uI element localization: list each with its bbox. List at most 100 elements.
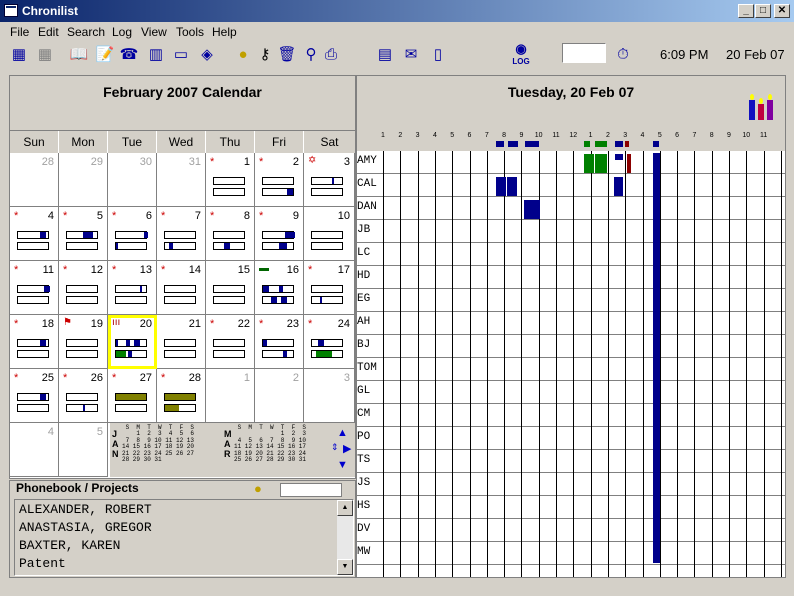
calendar-day-cell[interactable]: 11 *	[10, 261, 59, 315]
menu-log[interactable]: Log	[112, 25, 132, 39]
trash-icon[interactable]: 🗑	[276, 43, 298, 65]
calendar-day-cell[interactable]: 12 *	[59, 261, 108, 315]
tag-icon[interactable]: ◈	[196, 43, 218, 65]
schedule-block[interactable]	[508, 141, 518, 147]
schedule-row[interactable]: HS	[357, 496, 785, 519]
schedule-block[interactable]	[625, 141, 629, 147]
calendar-day-cell[interactable]: 22 *	[206, 315, 255, 369]
calendar-day-cell[interactable]: 7 *	[157, 207, 206, 261]
menu-edit[interactable]: Edit	[38, 25, 59, 39]
schedule-row[interactable]: CM	[357, 404, 785, 427]
key-icon[interactable]: ⚷	[254, 43, 276, 65]
schedule-block[interactable]	[524, 200, 540, 219]
schedule-row[interactable]: DV	[357, 519, 785, 542]
schedule-block[interactable]	[615, 141, 623, 147]
scroll-up-icon[interactable]: ▲	[337, 500, 353, 516]
menu-search[interactable]: Search	[67, 25, 105, 39]
phonebook-scrollbar[interactable]: ▲ ▼	[337, 500, 353, 575]
minimize-button[interactable]: _	[738, 4, 754, 18]
calendar-day-cell[interactable]: 26 *	[59, 369, 108, 423]
schedule-block[interactable]	[584, 154, 594, 173]
menu-tools[interactable]: Tools	[176, 25, 204, 39]
schedule-block[interactable]	[525, 141, 539, 147]
schedule-row[interactable]: AH	[357, 312, 785, 335]
calendar-day-cell[interactable]: 2	[255, 369, 304, 423]
list-item[interactable]: BAXTER, KAREN	[19, 538, 120, 553]
schedule-row[interactable]: BJ	[357, 335, 785, 358]
schedule-row[interactable]: CAL	[357, 174, 785, 197]
calendar-day-cell[interactable]: 24 *	[304, 315, 355, 369]
up-arrow-icon[interactable]: ▲	[337, 427, 348, 439]
schedule-block[interactable]	[595, 154, 607, 173]
schedule-row[interactable]: DAN	[357, 197, 785, 220]
search-icon[interactable]: ⚲	[300, 43, 322, 65]
lightbulb-icon[interactable]: ●	[254, 481, 262, 496]
calendar-day-cell[interactable]: 19 ⚑	[59, 315, 108, 369]
phone-icon[interactable]: ☎	[118, 43, 140, 65]
phonebook-search-input[interactable]	[280, 483, 342, 497]
schedule-block[interactable]	[595, 141, 607, 147]
maximize-button[interactable]: □	[755, 4, 771, 18]
schedule-row[interactable]: TOM	[357, 358, 785, 381]
schedule-block[interactable]	[496, 141, 504, 147]
list-item[interactable]: ALEXANDER, ROBERT	[19, 502, 152, 517]
calendar-day-cell[interactable]: 28 *	[157, 369, 206, 423]
menu-view[interactable]: View	[141, 25, 167, 39]
schedule-block[interactable]	[507, 177, 517, 196]
week-grid-icon[interactable]: ▦	[34, 43, 56, 65]
up-down-arrow-icon[interactable]: ⇕	[331, 442, 339, 453]
calendar-day-cell[interactable]: 1 *	[206, 153, 255, 207]
calendar-day-cell[interactable]: 4	[10, 423, 59, 477]
mini-mar-grid[interactable]: S M T W T F S 1 2 3 4 5 6 7 8 9 10 11 12…	[234, 424, 306, 463]
menu-help[interactable]: Help	[212, 25, 237, 39]
schedule-row[interactable]: GL	[357, 381, 785, 404]
calendar-day-cell[interactable]: 23 *	[255, 315, 304, 369]
calendar-day-cell[interactable]: 14 *	[157, 261, 206, 315]
columns-icon[interactable]: ▥	[145, 43, 167, 65]
month-grid-icon[interactable]: ▦	[8, 43, 30, 65]
calendar-day-cell[interactable]: 13 *	[108, 261, 157, 315]
calendar-day-cell[interactable]: 30	[108, 153, 157, 207]
schedule-block[interactable]	[614, 177, 623, 196]
current-time-line[interactable]	[653, 153, 660, 563]
schedule-block[interactable]	[496, 177, 506, 196]
mini-jan-grid[interactable]: S M T W T F S 1 2 3 4 5 6 7 8 9 10 11 12…	[122, 424, 194, 463]
calendar-day-cell[interactable]: 6 *	[108, 207, 157, 261]
mail-icon[interactable]: ✉	[400, 43, 422, 65]
calendar-day-cell[interactable]: 2 *	[255, 153, 304, 207]
right-arrow-icon[interactable]: ▶	[343, 442, 351, 455]
calendar-day-cell[interactable]: 20 ııı	[108, 315, 157, 369]
schedule-row[interactable]: EG	[357, 289, 785, 312]
scroll-down-icon[interactable]: ▼	[337, 559, 353, 575]
calendar-day-cell[interactable]: 5 *	[59, 207, 108, 261]
calendar-day-cell[interactable]: 1	[206, 369, 255, 423]
calendar-day-cell[interactable]: 28	[10, 153, 59, 207]
calendar-day-cell[interactable]: 16 ▬	[255, 261, 304, 315]
calendar-day-cell[interactable]: 21	[157, 315, 206, 369]
timer-input[interactable]	[562, 43, 606, 63]
calendar-day-cell[interactable]: 17 *	[304, 261, 355, 315]
schedule-row[interactable]: LC	[357, 243, 785, 266]
calendar-day-cell[interactable]: 5	[59, 423, 108, 477]
schedule-block[interactable]	[627, 154, 631, 173]
print-icon[interactable]: ⎙	[320, 43, 342, 65]
book-icon[interactable]: 📖	[68, 43, 90, 65]
calendar-day-cell[interactable]: 3	[304, 369, 355, 423]
calendar-day-cell[interactable]: 27 *	[108, 369, 157, 423]
schedule-row[interactable]: AMY	[357, 151, 785, 174]
list-item[interactable]: ANASTASIA, GREGOR	[19, 520, 152, 535]
calendar-day-cell[interactable]: 9 *	[255, 207, 304, 261]
calculator-icon[interactable]: ▤	[374, 43, 396, 65]
list-item[interactable]: Patent	[19, 556, 66, 571]
calendar-day-cell[interactable]: 15	[206, 261, 255, 315]
schedule-block[interactable]	[653, 141, 659, 147]
menu-file[interactable]: File	[10, 25, 29, 39]
close-button[interactable]: ✕	[774, 4, 790, 18]
calendar-day-cell[interactable]: 31	[157, 153, 206, 207]
calendar-day-cell[interactable]: 10	[304, 207, 355, 261]
door-icon[interactable]: ▯	[427, 43, 449, 65]
notepad-icon[interactable]: 📝	[94, 43, 116, 65]
schedule-row[interactable]: PO	[357, 427, 785, 450]
schedule-row[interactable]: JB	[357, 220, 785, 243]
calendar-day-cell[interactable]: 3 ✡	[304, 153, 355, 207]
